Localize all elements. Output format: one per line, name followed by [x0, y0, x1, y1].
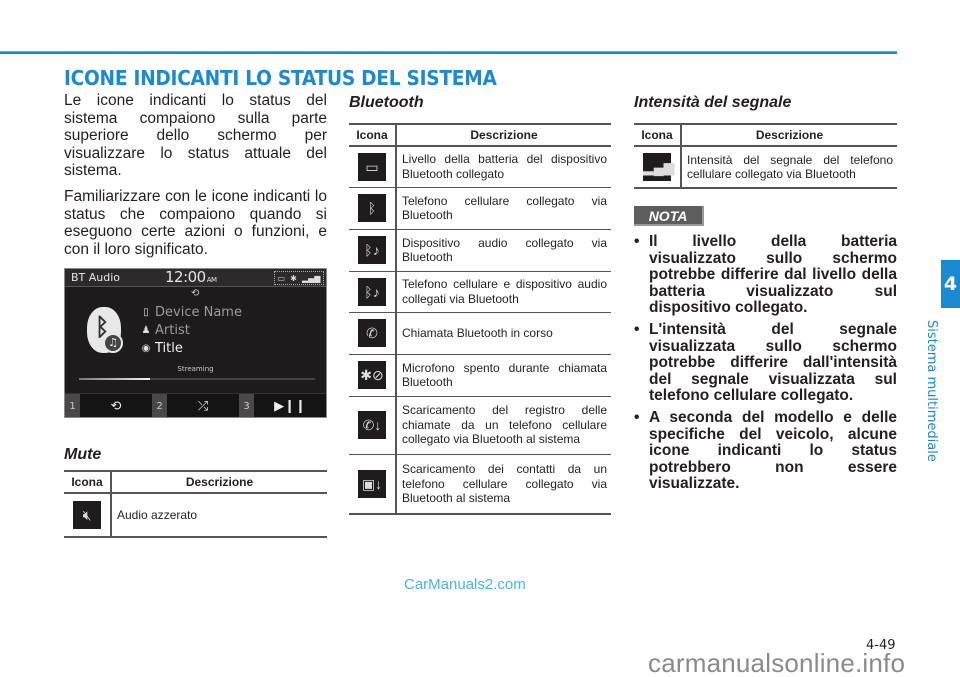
intro-paragraph: Familiarizzare con le icone indicanti lo… [64, 187, 327, 258]
table-row: ▭ Livello della batteria del dispositivo… [349, 146, 611, 187]
shuffle-icon: ⤮ [197, 399, 209, 414]
col-header-icon: Icona [64, 471, 112, 494]
table-row: ✆ Chiamata Bluetooth in corso [349, 311, 611, 354]
row-description: Chiamata Bluetooth in corso [396, 311, 611, 354]
nota-item: A seconda del modello e delle specifiche… [634, 409, 897, 493]
mute-table: Icona Descrizione 🔇︎ Audio azzerato [64, 470, 327, 538]
streaming-label: Streaming [177, 365, 214, 373]
status-icons-area: ▭ ✱ ▂▄▆ [274, 271, 324, 285]
col-header-description: Descrizione [111, 471, 327, 494]
person-icon: ♟ [141, 325, 151, 336]
intro-section: Le icone indicanti lo status del sistema… [64, 92, 327, 266]
music-note-icon: ♫ [103, 333, 123, 353]
col-header-icon: Icona [349, 124, 397, 147]
table-row: ᛒ♪ Telefono cellulare e dispositivo audi… [349, 270, 611, 312]
device-name: Device Name [155, 305, 242, 320]
chapter-label-area: Sistema multimediale [922, 320, 942, 462]
watermark-link[interactable]: CarManuals2.com [404, 576, 526, 593]
row-description: Microfono spento durante chiamata Blueto… [396, 353, 611, 396]
signal-icon: ▂▄▆ [301, 273, 321, 283]
nota-list: Il livello della batteria visualizzato s… [634, 233, 897, 498]
bt-audio-screen: BT Audio 12:00AM ▭ ✱ ▂▄▆ ⟲ ᛒ ♫ ▯ Device … [64, 268, 327, 418]
nota-item: L'intensità del segnale visualizzata sul… [634, 321, 897, 405]
screen-title: BT Audio [71, 271, 121, 284]
device-name-row: ▯ Device Name [141, 305, 242, 320]
chapter-number: 4 [943, 273, 958, 295]
repeat-button[interactable]: ⟲ [80, 394, 152, 417]
progress-bar[interactable] [79, 378, 315, 380]
preset-button-2[interactable]: 2 [152, 394, 167, 417]
bt-battery-icon: ▭ [358, 152, 386, 181]
col-header-description: Descrizione [396, 124, 611, 147]
nota-badge: NOTA [634, 206, 704, 226]
control-bar: 1 ⟲ 2 ⤮ 3 ▶❙❙ [65, 393, 326, 417]
row-description: Telefono cellulare collegato via Bluetoo… [396, 186, 611, 229]
track-title: Title [155, 341, 183, 356]
row-description: Audio azzerato [117, 507, 198, 522]
bt-phone-icon: ᛒ [358, 194, 386, 222]
row-description: Scaricamento dei contatti da un telefono… [396, 453, 611, 514]
repeat-indicator-icon: ⟲ [191, 288, 200, 299]
disc-icon: ◉ [141, 343, 151, 354]
intro-paragraph: Le icone indicanti lo status del sistema… [64, 92, 327, 180]
table-row: ᛒ Telefono cellulare collegato via Bluet… [349, 186, 611, 229]
col-header-description: Descrizione [681, 124, 897, 147]
mute-heading: Mute [64, 446, 102, 463]
table-row: ✆↓ Scaricamento del registro delle chiam… [349, 395, 611, 454]
bluetooth-heading: Bluetooth [349, 94, 424, 111]
table-row: ▂▄▆ Intensità del segnale del telefono c… [634, 146, 897, 188]
row-description: Livello della batteria del dispositivo B… [402, 152, 607, 181]
bluetooth-table: Icona Descrizione ▭ Livello della batter… [349, 123, 611, 515]
page-title: ICONE INDICANTI LO STATUS DEL SISTEMA [64, 66, 497, 90]
clock-ampm: AM [206, 276, 217, 284]
table-row: ▣↓ Scaricamento dei contatti da un telef… [349, 453, 611, 514]
screen-status-bar: BT Audio 12:00AM ▭ ✱ ▂▄▆ [65, 269, 326, 287]
artist-name: Artist [155, 323, 190, 338]
row-description: Intensità del segnale del telefono cellu… [687, 152, 893, 182]
preset-button-3[interactable]: 3 [239, 394, 254, 417]
artist-row: ♟ Artist [141, 323, 190, 338]
signal-table: Icona Descrizione ▂▄▆ Intensità del segn… [634, 123, 897, 189]
battery-icon: ▭ [277, 273, 286, 283]
phone-icon: ▯ [143, 307, 149, 318]
call-log-download-icon: ✆↓ [358, 411, 386, 439]
bt-phone-audio-icon: ᛒ♪ [358, 277, 386, 306]
nota-item: Il livello della batteria visualizzato s… [634, 233, 897, 317]
signal-strength-icon: ▂▄▆ [643, 153, 674, 181]
screen-clock: 12:00AM [165, 268, 217, 286]
bluetooth-phone-icon: ✱ [290, 273, 297, 283]
shuffle-button[interactable]: ⤮ [167, 394, 239, 417]
table-row: ᛒ♪ Dispositivo audio collegato via Bluet… [349, 228, 611, 271]
chapter-label: Sistema multimediale [924, 320, 939, 462]
play-pause-icon: ▶❙❙ [274, 399, 306, 414]
clock-time: 12:00 [165, 268, 206, 286]
col-header-icon: Icona [634, 124, 682, 147]
table-row: ✱⊘ Microfono spento durante chiamata Blu… [349, 353, 611, 396]
row-description: Scaricamento del registro delle chiamate… [396, 395, 611, 454]
play-pause-button[interactable]: ▶❙❙ [254, 394, 326, 417]
bt-call-icon: ✆ [358, 319, 386, 347]
chapter-tab: 4 [941, 260, 960, 308]
bt-mic-mute-icon: ✱⊘ [358, 361, 386, 389]
bt-audio-icon: ᛒ♪ [358, 236, 386, 264]
header-rule [0, 51, 897, 54]
row-description: Telefono cellulare e dispositivo audio c… [396, 270, 611, 312]
progress-fill [79, 378, 150, 380]
preset-button-1[interactable]: 1 [65, 394, 80, 417]
repeat-icon: ⟲ [110, 399, 122, 414]
contacts-download-icon: ▣↓ [358, 469, 386, 498]
signal-heading: Intensità del segnale [634, 94, 792, 111]
mute-icon: 🔇︎ [73, 501, 101, 529]
table-row: 🔇︎ Audio azzerato [64, 493, 327, 537]
row-description: Dispositivo audio collegato via Bluetoot… [396, 228, 611, 271]
title-row: ◉ Title [141, 341, 183, 356]
watermark-footer[interactable]: carmanualsonline.info [648, 648, 905, 677]
